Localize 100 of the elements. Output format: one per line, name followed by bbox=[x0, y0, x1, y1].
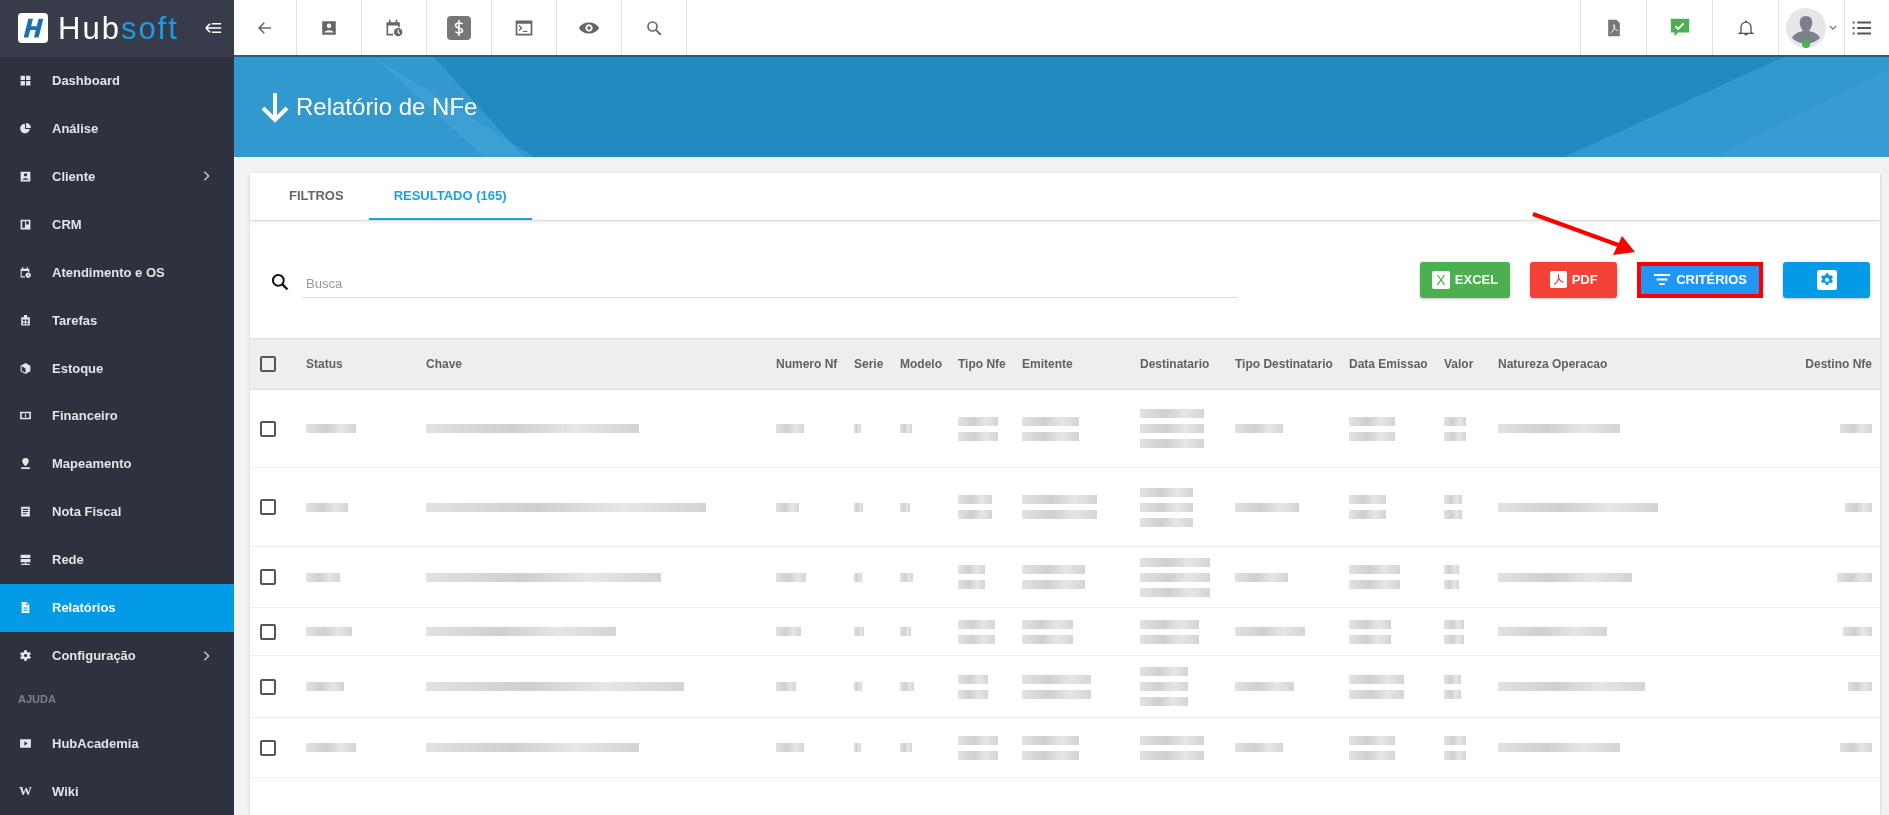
blurred-text bbox=[1140, 619, 1199, 629]
column-header[interactable]: Serie bbox=[854, 357, 894, 371]
blurred-text bbox=[306, 572, 340, 582]
blurred-text bbox=[1022, 580, 1085, 589]
row-checkbox[interactable] bbox=[260, 569, 276, 585]
blurred-text bbox=[1444, 580, 1459, 589]
blurred-text bbox=[958, 619, 995, 629]
blurred-text bbox=[776, 502, 799, 512]
export-button[interactable]: X EXCEL bbox=[1419, 261, 1511, 298]
blurred-text bbox=[1022, 431, 1079, 441]
sidebar-item[interactable]: Estoque bbox=[0, 344, 234, 392]
row-checkbox[interactable] bbox=[260, 420, 276, 437]
blurred-text bbox=[1140, 487, 1193, 497]
blurred-text bbox=[1444, 674, 1461, 684]
blurred-text bbox=[1349, 580, 1400, 589]
export-button[interactable]: PDF bbox=[1530, 261, 1618, 298]
dollar-icon[interactable] bbox=[447, 15, 471, 40]
select-all-checkbox[interactable] bbox=[260, 356, 276, 372]
blurred-text bbox=[776, 682, 796, 691]
row-checkbox[interactable] bbox=[260, 678, 276, 695]
calendar-clock-icon[interactable] bbox=[384, 17, 404, 38]
sidebar-item[interactable]: Análise bbox=[0, 104, 234, 153]
row-checkbox[interactable] bbox=[260, 739, 276, 756]
avatar-icon[interactable] bbox=[1786, 7, 1826, 48]
row-checkbox[interactable] bbox=[260, 499, 276, 515]
blurred-text bbox=[1444, 431, 1466, 441]
sidebar-item[interactable]: Atendimento e OS bbox=[0, 248, 234, 297]
sidebar-item[interactable]: Tarefas bbox=[0, 296, 234, 345]
sidebar-item[interactable]: HubAcademia bbox=[0, 719, 234, 768]
sidebar-item[interactable]: Relatórios bbox=[0, 583, 234, 632]
blurred-text bbox=[1349, 619, 1391, 629]
export-button[interactable]: CRITÉRIOS bbox=[1637, 261, 1763, 298]
sidebar-item[interactable]: Configuração bbox=[0, 631, 234, 680]
blurred-text bbox=[1848, 682, 1872, 691]
document-icon bbox=[19, 601, 32, 615]
sidebar-item[interactable]: CRM bbox=[0, 200, 234, 249]
server-icon bbox=[19, 553, 32, 567]
tab[interactable]: FILTROS bbox=[264, 173, 369, 220]
search-icon[interactable] bbox=[645, 18, 663, 37]
blurred-text bbox=[1349, 416, 1395, 426]
blurred-text bbox=[900, 682, 914, 691]
column-header[interactable]: Status bbox=[306, 357, 420, 371]
logo-text: Hubsoft bbox=[58, 12, 179, 44]
blurred-text bbox=[306, 424, 356, 433]
board-icon bbox=[19, 217, 32, 231]
blurred-text bbox=[1349, 495, 1386, 504]
sidebar-item[interactable]: Rede bbox=[0, 535, 234, 584]
caret-icon[interactable] bbox=[1829, 25, 1837, 30]
column-header[interactable]: Chave bbox=[426, 357, 770, 371]
column-header[interactable]: Natureza Operacao bbox=[1498, 357, 1796, 371]
blurred-text bbox=[958, 735, 998, 745]
sidebar-item[interactable]: Mapeamento bbox=[0, 439, 234, 488]
row-checkbox[interactable] bbox=[260, 623, 276, 640]
sidebar-item[interactable]: W Wiki bbox=[0, 767, 234, 815]
blurred-text bbox=[1022, 735, 1079, 745]
blurred-text bbox=[854, 572, 862, 582]
cube-icon bbox=[19, 361, 32, 375]
blurred-text bbox=[1444, 565, 1459, 574]
blurred-text bbox=[1349, 510, 1386, 519]
blurred-text bbox=[958, 431, 998, 441]
blurred-text bbox=[958, 416, 998, 426]
blurred-text bbox=[1140, 557, 1210, 567]
blurred-text bbox=[1349, 565, 1400, 574]
blurred-text bbox=[1845, 502, 1872, 512]
tab[interactable]: RESULTADO (165) bbox=[368, 173, 532, 220]
column-header[interactable]: Modelo bbox=[900, 357, 952, 371]
logo-icon bbox=[18, 13, 48, 44]
blurred-text bbox=[1840, 424, 1872, 433]
settings-icon bbox=[1816, 269, 1837, 290]
blurred-text bbox=[306, 627, 352, 636]
pdf-icon bbox=[1549, 271, 1567, 288]
collapse-menu-icon[interactable] bbox=[205, 22, 222, 35]
column-header[interactable]: Emitente bbox=[1022, 357, 1134, 371]
column-header[interactable]: Destinatario bbox=[1140, 357, 1229, 371]
sidebar-item[interactable]: Nota Fiscal bbox=[0, 487, 234, 536]
column-header[interactable]: Valor bbox=[1444, 357, 1492, 371]
blurred-text bbox=[958, 750, 998, 760]
blurred-text bbox=[1444, 750, 1466, 760]
column-header[interactable]: Numero Nf bbox=[776, 357, 848, 371]
column-header[interactable]: Destino Nfe bbox=[1805, 357, 1872, 371]
blurred-text bbox=[900, 743, 912, 752]
sidebar-item[interactable]: Dashboard bbox=[0, 56, 234, 105]
column-header[interactable]: Tipo Destinatario bbox=[1235, 357, 1343, 371]
contact-icon[interactable] bbox=[320, 18, 338, 37]
blurred-text bbox=[1140, 587, 1210, 597]
play-icon bbox=[19, 736, 32, 750]
column-header[interactable]: Data Emissao bbox=[1349, 357, 1438, 371]
sidebar-item[interactable]: Financeiro bbox=[0, 392, 234, 440]
blurred-text bbox=[958, 689, 988, 699]
settings-button[interactable] bbox=[1783, 261, 1870, 298]
blurred-text bbox=[958, 634, 995, 644]
contact-icon bbox=[19, 169, 32, 183]
location-pin-icon bbox=[19, 457, 32, 471]
sidebar-item[interactable]: Cliente bbox=[0, 152, 234, 201]
blurred-text bbox=[1235, 572, 1288, 582]
pie-chart-icon bbox=[19, 122, 32, 136]
column-header[interactable]: Tipo Nfe bbox=[958, 357, 1016, 371]
blurred-text bbox=[1140, 517, 1193, 527]
blurred-text bbox=[958, 580, 985, 589]
blurred-text bbox=[1140, 634, 1199, 644]
